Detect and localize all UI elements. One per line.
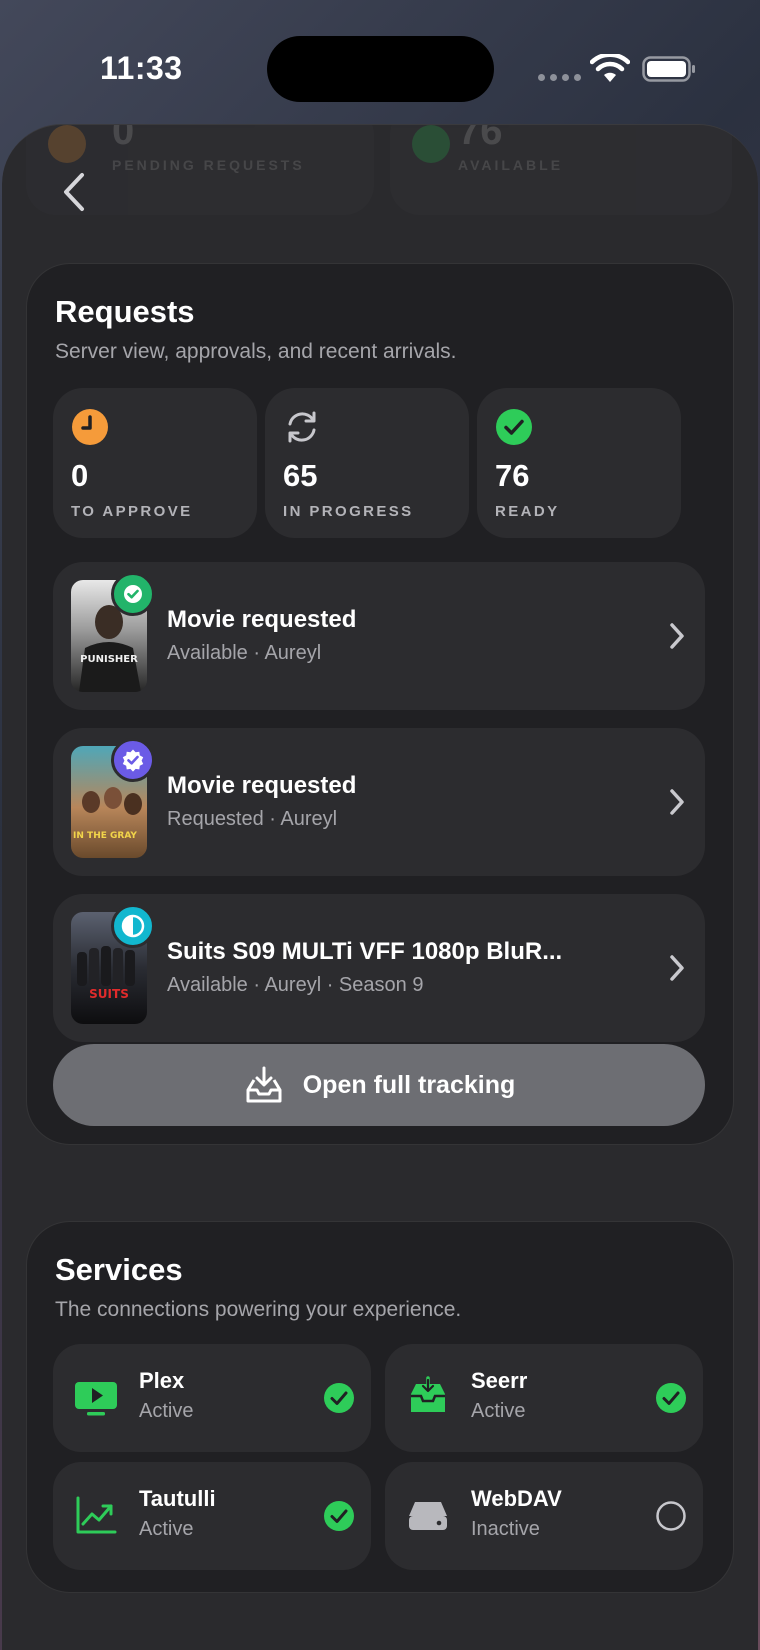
available-count: 76: [458, 124, 503, 153]
verified-seal-icon: [111, 738, 155, 782]
service-state: Active: [139, 1400, 194, 1422]
checkmark-circle-icon: [324, 1383, 354, 1413]
detail-sheet: 0 PENDING REQUESTS 76 AVAILABLE Requests…: [2, 124, 758, 1650]
pending-label: PENDING REQUESTS: [112, 157, 305, 173]
tray-download-icon: [246, 1066, 282, 1103]
service-name: WebDAV: [471, 1486, 562, 1511]
checkmark-circle-icon: [656, 1383, 686, 1413]
requests-title: Requests: [55, 294, 195, 329]
service-seerr[interactable]: Seerr Active: [385, 1344, 703, 1452]
service-name: Plex: [139, 1368, 185, 1393]
background-stats: 0 PENDING REQUESTS 76 AVAILABLE: [2, 125, 758, 235]
open-full-tracking-button[interactable]: Open full tracking: [53, 1044, 705, 1126]
poster-title: IN THE GRAY: [73, 831, 137, 841]
service-state: Active: [471, 1400, 526, 1422]
service-plex[interactable]: Plex Active: [53, 1344, 371, 1452]
request-title: Movie requested: [167, 772, 357, 799]
service-name: Tautulli: [139, 1486, 216, 1511]
requests-card: Requests Server view, approvals, and rec…: [26, 263, 734, 1145]
wifi-icon: [590, 54, 630, 82]
half-circle-icon: [111, 904, 155, 948]
stat-value: 65: [283, 458, 318, 493]
request-meta: Requested · Aureyl: [167, 808, 338, 830]
chevron-right-icon: [670, 955, 684, 981]
open-full-tracking-label: Open full tracking: [302, 1070, 516, 1099]
available-card: 76 AVAILABLE: [390, 124, 732, 215]
clock-icon: [72, 409, 108, 445]
chevron-right-icon: [670, 789, 684, 815]
clock-icon: [48, 125, 86, 163]
pending-count: 0: [112, 124, 135, 153]
battery-icon: [642, 56, 695, 82]
status-bar: 11:33: [0, 0, 760, 120]
available-badge-icon: [111, 572, 155, 616]
stat-ready[interactable]: 76 READY: [477, 388, 681, 538]
back-chevron-icon[interactable]: [54, 167, 98, 217]
stat-label: IN PROGRESS: [283, 503, 414, 520]
services-subtitle: The connections powering your experience…: [55, 1298, 462, 1321]
stat-label: READY: [495, 503, 560, 520]
request-meta: Available · Aureyl: [167, 642, 322, 664]
requests-subtitle: Server view, approvals, and recent arriv…: [55, 340, 457, 363]
request-row[interactable]: PUNISHER Movie requested Available · Aur…: [53, 562, 705, 710]
server-drive-icon: [409, 1502, 447, 1530]
services-title: Services: [55, 1252, 183, 1287]
request-meta: Available · Aureyl · Season 9: [167, 974, 424, 996]
cellular-signal-icon: [538, 74, 581, 81]
stat-label: TO APPROVE: [71, 503, 193, 520]
checkmark-circle-icon: [412, 125, 450, 163]
poster-title: PUNISHER: [80, 654, 138, 665]
dynamic-island: [267, 36, 494, 102]
service-webdav[interactable]: WebDAV Inactive: [385, 1462, 703, 1570]
stat-to-approve[interactable]: 0 TO APPROVE: [53, 388, 257, 538]
services-card: Services The connections powering your e…: [26, 1221, 734, 1593]
status-time: 11:33: [100, 50, 183, 86]
stat-in-progress[interactable]: 65 IN PROGRESS: [265, 388, 469, 538]
chart-trend-icon: [76, 1496, 117, 1534]
request-row[interactable]: SUITS Suits S09 MULTi VFF 1080p BluR... …: [53, 894, 705, 1042]
inbox-download-icon: [411, 1376, 445, 1412]
stat-value: 0: [71, 458, 89, 493]
inactive-circle-icon: [656, 1501, 686, 1531]
service-state: Inactive: [471, 1518, 540, 1540]
sync-icon: [288, 411, 316, 443]
request-title: Suits S09 MULTi VFF 1080p BluR...: [167, 938, 563, 965]
request-row[interactable]: IN THE GRAY Movie requested Requested · …: [53, 728, 705, 876]
poster-title: SUITS: [89, 987, 129, 1001]
tv-play-icon: [75, 1382, 117, 1416]
available-label: AVAILABLE: [458, 157, 564, 173]
stat-value: 76: [495, 458, 530, 493]
service-state: Active: [139, 1518, 194, 1540]
checkmark-circle-icon: [496, 409, 532, 445]
request-title: Movie requested: [167, 606, 357, 633]
service-name: Seerr: [471, 1368, 528, 1393]
service-tautulli[interactable]: Tautulli Active: [53, 1462, 371, 1570]
chevron-right-icon: [670, 623, 684, 649]
checkmark-circle-icon: [324, 1501, 354, 1531]
